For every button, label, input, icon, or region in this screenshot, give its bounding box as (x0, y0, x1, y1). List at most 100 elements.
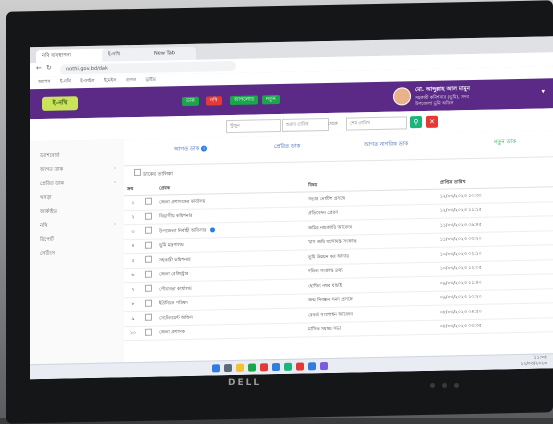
sidebar: ড্যাশবোর্ড আগত ডাক › প্রেরিত ডাক › খসড়া আ… (30, 139, 125, 380)
row-date-text: ০৯/০৩/২০২৩ ১০:২০ (439, 295, 482, 301)
row-date-text: ০৯/০৩/২০২৩ ১১:৪০ (439, 280, 482, 287)
browser-tab[interactable]: New Tab (148, 46, 196, 61)
row-subject-text: ভূমি উন্নয়ন কর আদায় (308, 254, 349, 261)
back-arrow-icon[interactable]: ← (36, 64, 42, 72)
row-checkbox-box[interactable] (145, 284, 152, 293)
sidebar-item-label: আগত ডাক (40, 166, 64, 174)
row-date-text: ১১/০৩/২০২৩ ০৩:২০ (439, 237, 482, 243)
row-checkbox[interactable] (142, 267, 156, 283)
app-icon[interactable] (260, 363, 268, 372)
row-number-text: ২ (131, 215, 135, 221)
main-content: আগত ডাক ৫ প্রেরিত ডাক আগত নাগরিক ডাক নতুন… (124, 130, 553, 378)
row-date: ০৮/০৩/২০২৩ ০৩:৩৫ (436, 317, 553, 335)
app-icon[interactable] (320, 361, 328, 371)
sidebar-item-label: ড্যাশবোর্ড (40, 152, 60, 160)
row-number: ৯ (124, 311, 142, 327)
date-to-input[interactable]: শেষ তারিখ (346, 116, 407, 131)
row-sender-text: জেলা প্রশাসক (159, 330, 185, 336)
row-subject-text: মাসিক সমন্বয় সভা (308, 326, 341, 333)
row-checkbox-box[interactable] (145, 241, 152, 249)
user-profile[interactable]: মো. আব্দুল্লাহ আল মামুন সহকারী কমিশনার (… (393, 83, 533, 108)
windows-start-icon[interactable] (212, 364, 220, 373)
row-checkbox-box[interactable] (145, 299, 152, 307)
app-logo[interactable]: ই-নথি (42, 96, 78, 111)
bookmark[interactable]: ই-ফাইল (80, 79, 94, 84)
mail-icon[interactable] (308, 362, 316, 371)
row-checkbox[interactable] (142, 311, 156, 326)
row-checkbox-box[interactable] (145, 255, 152, 264)
row-sender-text: ভূমি মন্ত্রণালয় (159, 243, 184, 249)
dak-button[interactable]: ডাক (182, 96, 199, 107)
row-number: ৫ (124, 253, 142, 269)
row-number-text: ১ (131, 200, 135, 206)
user-office: উপজেলা ভূমি অফিস (415, 101, 454, 108)
row-checkbox[interactable] (142, 296, 156, 312)
reset-button[interactable]: ✕ (426, 115, 438, 128)
column-header[interactable]: ক্রম (124, 182, 142, 196)
search-icon[interactable] (224, 363, 232, 373)
system-clock[interactable]: ১১:০৫ ১২/০৩/২০২৩ (521, 355, 547, 368)
row-sender-text: ইউনিয়ন পরিষদ (159, 301, 188, 307)
row-checkbox[interactable] (142, 195, 156, 210)
row-checkbox-box[interactable] (145, 212, 152, 220)
monitor-brand-logo: DELL (228, 378, 262, 388)
row-subject-text: প্রতিবেদন প্রেরণ (308, 211, 338, 217)
row-subject-text: দলিল সংক্রান্ত তথ্য (308, 268, 343, 275)
tab-new[interactable]: নতুন ডাক (494, 139, 516, 147)
folder-icon[interactable] (236, 363, 244, 372)
date-separator: থেকে (328, 121, 338, 127)
excel-icon[interactable] (284, 362, 292, 371)
sidebar-item-label: রিপোর্ট (40, 236, 54, 244)
tab-incoming[interactable]: আগত ডাক ৫ (174, 145, 208, 155)
bookmark[interactable]: ই-নথি (60, 79, 71, 84)
row-sender-text: সেটেলমেন্ট অফিস (159, 315, 193, 322)
upload-button[interactable]: আপলোড (230, 95, 259, 106)
row-checkbox[interactable] (142, 209, 156, 225)
word-icon[interactable] (272, 362, 280, 372)
date-from-input[interactable]: শুরুর তারিখ (282, 117, 329, 132)
row-checkbox[interactable] (142, 238, 156, 254)
sidebar-item[interactable]: সেটিংস (30, 245, 124, 261)
row-checkbox[interactable] (142, 325, 156, 341)
row-checkbox-box[interactable] (145, 328, 152, 336)
list-filter[interactable]: ডাকের তালিকা (134, 168, 173, 179)
info-badge-icon (209, 227, 215, 233)
search-button[interactable]: ⚲ (410, 116, 422, 129)
clock-date: ১২/০৩/২০২৩ (520, 361, 547, 367)
select-all-checkbox[interactable] (134, 168, 141, 177)
row-sender-text: জেলা রেজিস্ট্রার (159, 272, 189, 278)
browser-tab[interactable]: ই-নথি (102, 47, 154, 62)
new-button[interactable]: নতুন (262, 94, 280, 105)
row-sender-text: পৌরসভা কার্যালয় (159, 286, 192, 293)
avatar[interactable] (393, 87, 411, 106)
search-input[interactable]: খুঁজুন (226, 118, 281, 134)
chrome-icon[interactable] (248, 363, 256, 372)
tab-sent[interactable]: প্রেরিত ডাক (274, 144, 300, 153)
bookmark[interactable]: ড্রাইভ (146, 78, 156, 83)
row-sender-text: জেলা প্রশাসকের কার্যালয় (159, 199, 206, 206)
row-checkbox[interactable] (142, 253, 156, 268)
row-date-text: ১০/০৩/২০২৩ ১২:০৫ (439, 266, 482, 272)
row-checkbox[interactable] (142, 224, 156, 239)
tab-citizen[interactable]: আগত নাগরিক ডাক (364, 141, 408, 150)
count-badge: ৫ (201, 145, 208, 152)
monitor-button (454, 383, 459, 388)
row-checkbox-box[interactable] (145, 226, 152, 235)
row-date-text: ০৮/০৩/২০২৩ ০৪:৫০ (439, 309, 482, 316)
monitor-button (430, 383, 435, 388)
bookmark[interactable]: ইমেইল (104, 78, 116, 83)
row-checkbox[interactable] (142, 282, 156, 297)
bookmark[interactable]: গুগল (126, 78, 136, 83)
row-checkbox-box[interactable] (145, 313, 152, 322)
monitor: নথি ব্যবস্থাপনা ই-নথি New Tab ← ↻ nothi.… (6, 0, 553, 424)
row-number: ৮ (124, 296, 142, 312)
bookmark[interactable]: অ্যাপস (38, 80, 51, 85)
row-number-text: ৪ (131, 244, 135, 250)
app-icon[interactable] (296, 362, 304, 371)
nothi-button[interactable]: নথি (206, 96, 222, 106)
row-checkbox-box[interactable] (145, 197, 152, 206)
row-checkbox-box[interactable] (145, 270, 152, 278)
chevron-down-icon[interactable]: ▾ (541, 87, 545, 95)
reload-icon[interactable]: ↻ (46, 64, 52, 72)
row-number-text: ৯ (131, 316, 135, 322)
